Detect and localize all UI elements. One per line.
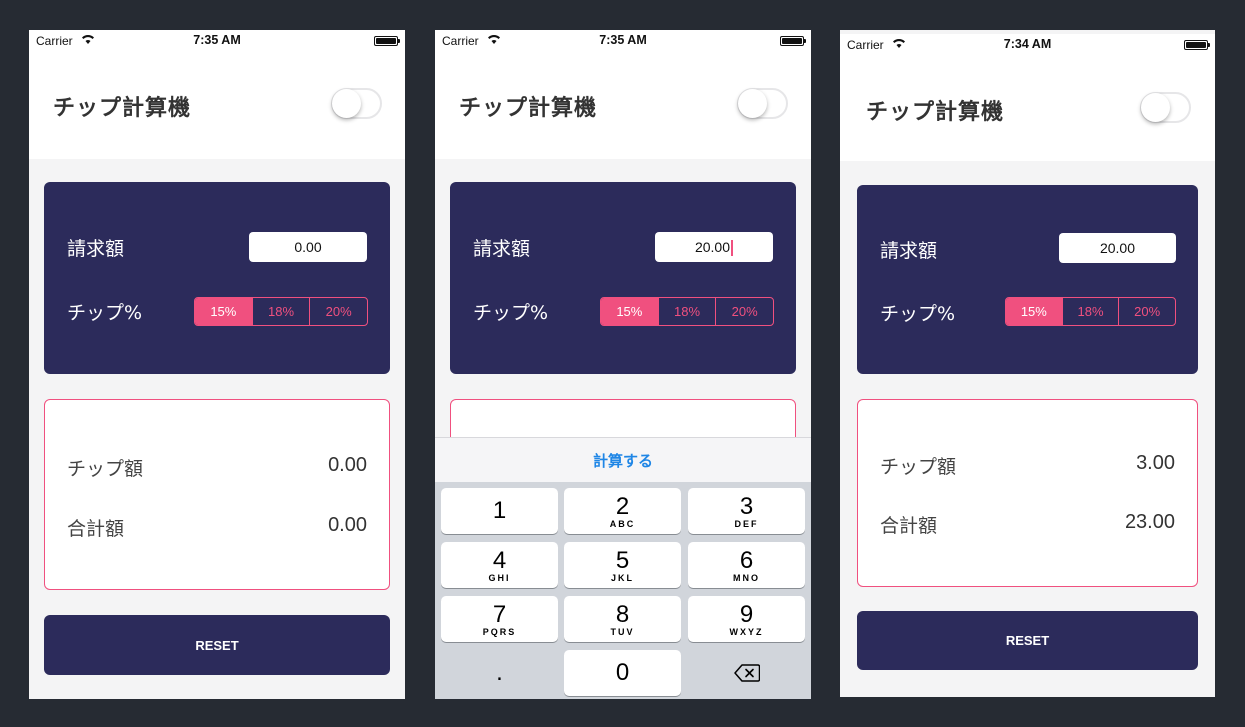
bill-amount-input[interactable]: 20.00 [655, 232, 773, 262]
page-title: チップ計算機 [459, 96, 598, 121]
key-letters: PQRS [482, 626, 517, 637]
status-bar: Carrier 7:35 AM [29, 30, 405, 52]
key-digit: 9 [739, 600, 754, 628]
result-card: チップ額 0.00 合計額 0.00 [44, 399, 390, 590]
result-card: チップ額 3.00 合計額 23.00 [857, 399, 1198, 587]
key-letters: ABC [609, 518, 636, 529]
key-digit: 2 [615, 492, 630, 520]
key-letters: JKL [610, 572, 634, 583]
reset-button[interactable]: RESET [857, 611, 1198, 670]
key-letters: WXYZ [729, 626, 764, 637]
key-8[interactable]: 8 TUV [564, 596, 681, 642]
battery-icon [1184, 40, 1210, 50]
app-header: チップ計算機 [435, 52, 811, 159]
key-1[interactable]: 1 [441, 488, 558, 534]
total-label: 合計額 [880, 515, 938, 537]
key-7[interactable]: 7 PQRS [441, 596, 558, 642]
key-letters: DEF [734, 518, 759, 529]
tip-option-15[interactable]: 15% [195, 298, 253, 325]
input-card: 請求額 20.00 チップ% 15% 18% 20% [450, 182, 796, 374]
key-3[interactable]: 3 DEF [688, 488, 805, 534]
key-0[interactable]: 0 [564, 650, 681, 696]
bill-label: 請求額 [67, 238, 125, 260]
bill-amount-input[interactable] [249, 232, 367, 262]
key-digit: 8 [615, 600, 630, 628]
tip-percent-selector: 15% 18% 20% [1005, 297, 1176, 326]
tip-option-18[interactable]: 18% [1063, 298, 1120, 325]
battery-icon [780, 36, 806, 46]
tip-option-18[interactable]: 18% [253, 298, 311, 325]
phone-screen-editing: Carrier 7:35 AM チップ計算機 請求額 20.00 チップ% 15… [435, 30, 811, 699]
tip-percent-selector: 15% 18% 20% [194, 297, 368, 326]
tip-option-20[interactable]: 20% [310, 298, 367, 325]
key-2[interactable]: 2 ABC [564, 488, 681, 534]
status-time: 7:35 AM [193, 33, 241, 47]
bill-label: 請求額 [880, 240, 938, 262]
tip-amount-value: 3.00 [1136, 452, 1175, 474]
tip-option-18[interactable]: 18% [659, 298, 717, 325]
backspace-icon [733, 664, 760, 682]
input-card: 請求額 チップ% 15% 18% 20% [44, 182, 390, 374]
key-digit: 5 [615, 546, 630, 574]
total-value: 0.00 [328, 514, 367, 536]
tip-percent-label: チップ% [67, 302, 143, 324]
text-cursor [731, 240, 734, 257]
tip-option-20[interactable]: 20% [1119, 298, 1175, 325]
tip-percent-label: チップ% [473, 302, 549, 324]
key-6[interactable]: 6 MNO [688, 542, 805, 588]
toggle-knob [1141, 93, 1170, 122]
dark-mode-toggle[interactable] [737, 88, 788, 119]
dark-mode-toggle[interactable] [1140, 92, 1191, 123]
status-bar: Carrier 7:35 AM [435, 30, 811, 52]
toggle-knob [332, 89, 361, 118]
app-header: チップ計算機 [840, 56, 1215, 161]
total-label: 合計額 [67, 518, 125, 540]
status-time: 7:34 AM [1003, 37, 1052, 51]
key-decimal[interactable]: . [441, 650, 558, 696]
tip-option-20[interactable]: 20% [716, 298, 773, 325]
delete-key[interactable] [688, 650, 805, 696]
tip-amount-value: 0.00 [328, 454, 367, 476]
bill-label: 請求額 [473, 238, 531, 260]
tip-amount-label: チップ額 [67, 458, 144, 480]
bill-amount-input[interactable] [1059, 233, 1176, 263]
phone-screen-result: Carrier 7:34 AM チップ計算機 請求額 チップ% 15% 18% … [840, 30, 1215, 697]
tip-amount-label: チップ額 [880, 456, 957, 478]
reset-button[interactable]: RESET [44, 615, 390, 675]
battery-icon [374, 36, 400, 46]
key-4[interactable]: 4 GHI [441, 542, 558, 588]
status-time: 7:35 AM [599, 33, 647, 47]
total-value: 23.00 [1124, 511, 1175, 533]
key-digit: . [496, 659, 503, 686]
key-letters: MNO [733, 572, 760, 583]
bill-amount-value: 20.00 [694, 239, 731, 255]
page-title: チップ計算機 [53, 96, 192, 121]
key-digit: 4 [492, 546, 507, 574]
tip-percent-label: チップ% [880, 303, 956, 325]
dark-mode-toggle[interactable] [331, 88, 382, 119]
toggle-knob [738, 89, 767, 118]
key-digit: 3 [739, 492, 754, 520]
tip-percent-selector: 15% 18% 20% [600, 297, 774, 326]
tip-option-15[interactable]: 15% [601, 298, 659, 325]
key-letters: GHI [488, 572, 511, 583]
key-9[interactable]: 9 WXYZ [688, 596, 805, 642]
key-digit: 0 [615, 659, 630, 686]
key-letters: TUV [610, 626, 635, 637]
page-title: チップ計算機 [866, 100, 1005, 125]
status-bar: Carrier 7:34 AM [840, 34, 1215, 56]
key-5[interactable]: 5 JKL [564, 542, 681, 588]
decimal-keypad: 1 2 ABC 3 DEF 4 GHI 5 JKL 6 MNO 7 PQRS 8 TUV 9W… [435, 482, 811, 699]
app-header: チップ計算機 [29, 52, 405, 159]
tip-option-15[interactable]: 15% [1006, 298, 1063, 325]
key-digit: 1 [492, 497, 507, 524]
calculate-button[interactable]: 計算する [593, 450, 653, 471]
key-digit: 6 [739, 546, 754, 574]
key-digit: 7 [492, 600, 507, 628]
input-card: 請求額 チップ% 15% 18% 20% [857, 185, 1198, 374]
keyboard-accessory-bar: 計算する [435, 437, 811, 482]
phone-screen-initial: Carrier 7:35 AM チップ計算機 請求額 チップ% 15% 18% … [29, 30, 405, 699]
